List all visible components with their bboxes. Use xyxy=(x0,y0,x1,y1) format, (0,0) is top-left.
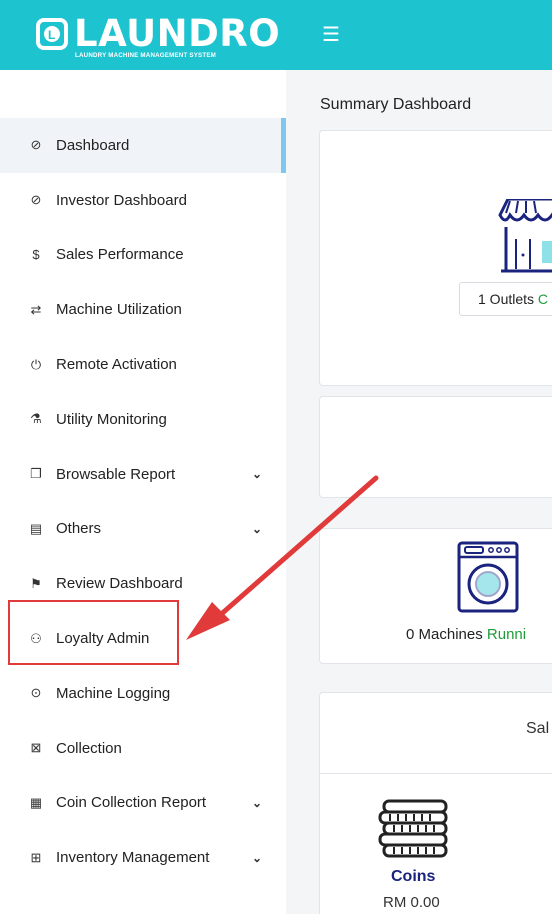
sidebar-item-label: Utility Monitoring xyxy=(56,410,167,428)
summary-card xyxy=(319,396,552,498)
sidebar-item-others[interactable]: ▤ Others ⌄ xyxy=(0,502,286,557)
sidebar-item-label: Inventory Management xyxy=(56,849,210,867)
sidebar-item-label: Coin Collection Report xyxy=(56,794,207,812)
logo-mark: L xyxy=(48,28,56,42)
chevron-down-icon[interactable]: ⌄ xyxy=(252,851,262,865)
chevron-down-icon[interactable]: ⌄ xyxy=(252,522,262,536)
calendar-box-icon: ⊞ xyxy=(30,849,42,865)
logo-text: LAUNDRO xyxy=(74,12,281,55)
washing-machine-icon xyxy=(457,541,519,613)
sidebar-item-dashboard[interactable]: ⊘ Dashboard xyxy=(0,118,286,173)
copy-icon: ❐ xyxy=(30,466,42,482)
sidebar-item-label: Dashboard xyxy=(56,136,130,154)
sidebar-item-investor-dashboard[interactable]: ⊘ Investor Dashboard xyxy=(0,173,286,228)
outlets-card xyxy=(319,130,552,386)
sidebar-item-label: Browsable Report xyxy=(56,465,176,483)
coins-value: RM 0.00 xyxy=(383,894,440,911)
swap-icon: ⇄ xyxy=(30,301,42,317)
flag-icon: ⚑ xyxy=(30,575,42,591)
power-icon: ⏻ xyxy=(30,356,42,372)
receipt-icon: ▦ xyxy=(29,794,43,810)
page-title: Summary Dashboard xyxy=(320,96,472,113)
machines-status: Runni xyxy=(486,626,527,643)
outlets-count: 1 Outlets xyxy=(478,291,535,307)
coins-stack-icon xyxy=(378,799,448,858)
sidebar-item-label: Remote Activation xyxy=(56,356,177,374)
logo-badge-icon: L xyxy=(36,18,68,50)
sidebar-item-label: Investor Dashboard xyxy=(56,191,187,209)
sidebar-item-inventory-management[interactable]: ⊞ Inventory Management ⌄ xyxy=(0,830,286,885)
sidebar-item-label: Sales Performance xyxy=(56,246,184,264)
sidebar-item-label: Others xyxy=(56,520,102,538)
sidebar-nav: ⊘ Dashboard ⊘ Investor Dashboard $ Sales… xyxy=(0,118,286,885)
chevron-down-icon[interactable]: ⌄ xyxy=(252,467,262,481)
logo-tagline: LAUNDRY MACHINE MANAGEMENT SYSTEM xyxy=(75,52,217,59)
clipboard-icon: ▤ xyxy=(29,520,43,536)
loyalty-admin-highlight-box xyxy=(8,600,179,665)
laundro-logo[interactable]: L LAUNDRO LAUNDRY MACHINE MANAGEMENT SYS… xyxy=(34,12,280,60)
sidebar-item-label: Review Dashboard xyxy=(56,575,183,593)
sidebar-item-sales-performance[interactable]: $ Sales Performance xyxy=(0,228,286,283)
store-icon xyxy=(498,199,552,273)
chevron-down-icon[interactable]: ⌄ xyxy=(252,796,262,810)
machines-count: 0 Machines xyxy=(406,626,483,643)
sidebar-item-coin-collection-report[interactable]: ▦ Coin Collection Report ⌄ xyxy=(0,776,286,831)
dollar-icon: $ xyxy=(32,247,40,263)
sidebar-item-remote-activation[interactable]: ⏻ Remote Activation xyxy=(0,337,286,392)
gauge-icon: ⊘ xyxy=(30,192,42,208)
hamburger-icon[interactable]: ☰ xyxy=(322,22,340,47)
sidebar-item-browsable-report[interactable]: ❐ Browsable Report ⌄ xyxy=(0,447,286,502)
sidebar-item-label: Machine Logging xyxy=(56,684,171,702)
chat-icon: ⊙ xyxy=(30,685,42,701)
box-icon: ⊠ xyxy=(30,740,42,756)
sidebar-item-machine-utilization[interactable]: ⇄ Machine Utilization xyxy=(0,282,286,337)
flask-icon: ⚗ xyxy=(30,411,42,427)
machines-status-text: 0 Machines Runni xyxy=(406,626,526,643)
sidebar-item-utility-monitoring[interactable]: ⚗ Utility Monitoring xyxy=(0,392,286,447)
sidebar-item-machine-logging[interactable]: ⊙ Machine Logging xyxy=(0,666,286,721)
outlets-status: C xyxy=(537,291,549,307)
top-bar: L LAUNDRO LAUNDRY MACHINE MANAGEMENT SYS… xyxy=(0,0,552,70)
gauge-icon: ⊘ xyxy=(30,137,42,153)
sidebar-item-collection[interactable]: ⊠ Collection xyxy=(0,721,286,776)
outlets-status-pill: 1 Outlets C xyxy=(459,282,552,316)
sidebar-item-label: Machine Utilization xyxy=(56,301,182,319)
sidebar: ⊘ Dashboard ⊘ Investor Dashboard $ Sales… xyxy=(0,70,286,914)
card-divider xyxy=(320,773,552,774)
machines-card xyxy=(319,528,552,664)
sales-card xyxy=(319,692,552,914)
sidebar-item-label: Collection xyxy=(56,739,122,757)
coins-label: Coins xyxy=(391,868,436,885)
sales-heading: Sal xyxy=(526,720,550,737)
